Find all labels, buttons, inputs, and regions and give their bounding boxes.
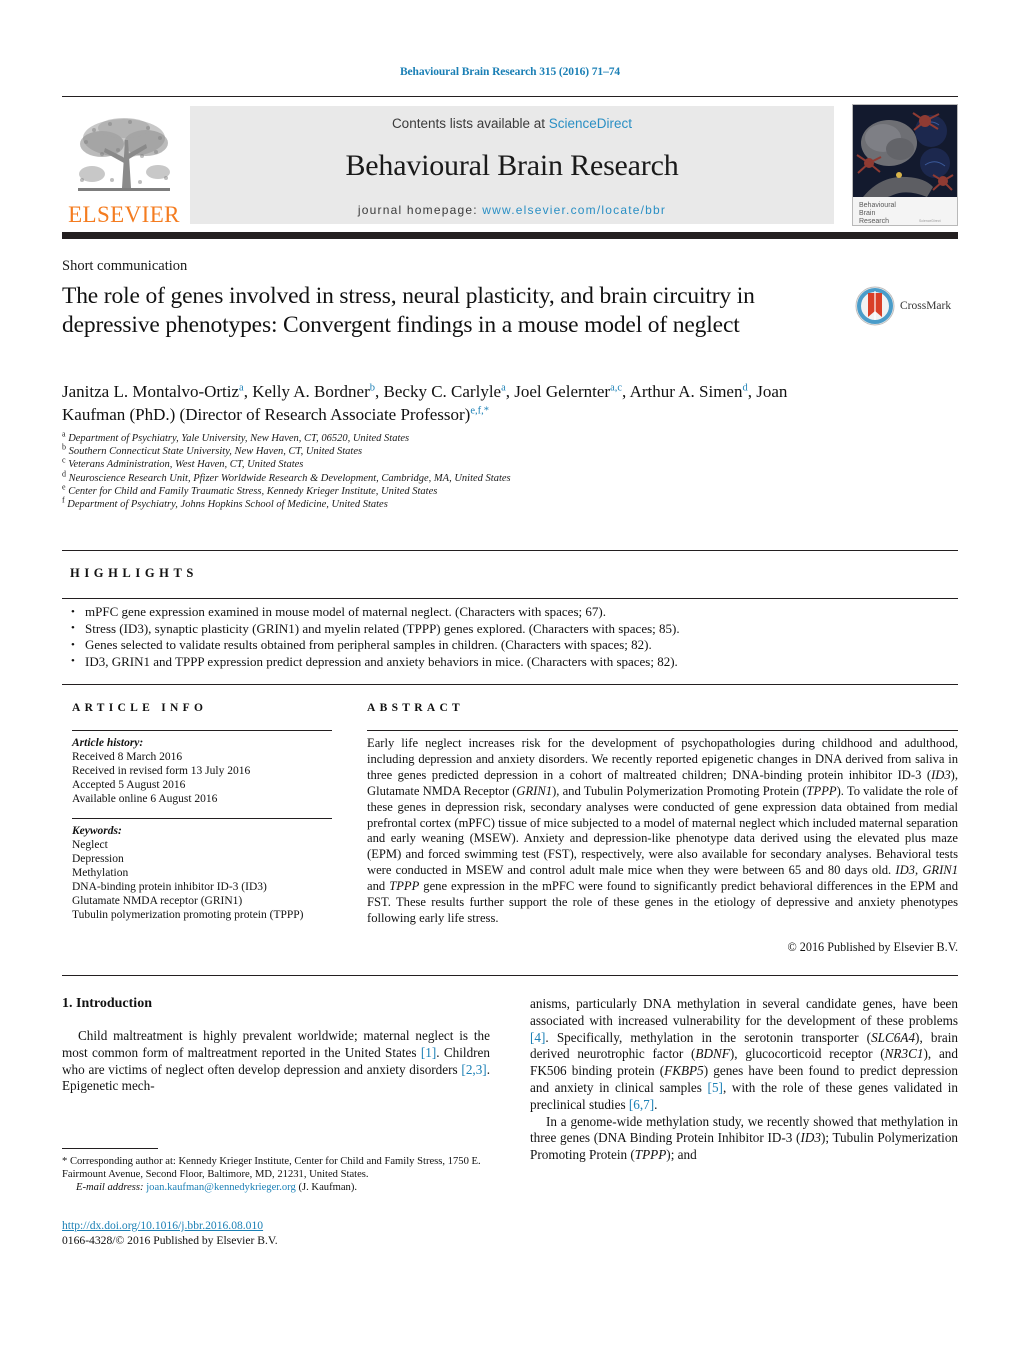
cover-art-image: Behavioural Brain Research ScienceDirect (853, 105, 957, 225)
affiliation-item: d Neuroscience Research Unit, Pfizer Wor… (62, 469, 862, 485)
list-item: mPFC gene expression examined in mouse m… (70, 604, 960, 621)
journal-cover-thumbnail: Behavioural Brain Research ScienceDirect (852, 104, 958, 226)
info-left-rule (72, 730, 332, 732)
journal-title-band: Contents lists available at ScienceDirec… (190, 106, 834, 224)
affiliation-text: Veterans Administration, West Haven, CT,… (68, 459, 304, 471)
keyword-item: Neglect (72, 839, 108, 851)
affiliation-mark: b (62, 442, 66, 452)
list-item: ID3, GRIN1 and TPPP expression predict d… (70, 653, 960, 671)
affiliation-mark: c (62, 455, 66, 465)
masthead-top-rule (62, 96, 958, 97)
body-column-left: 1. Introduction Child maltreatment is hi… (62, 996, 490, 1095)
masthead-bottom-bar (62, 232, 958, 239)
svg-text:Behavioural: Behavioural (859, 202, 896, 209)
affiliation-text: Department of Psychiatry, Johns Hopkins … (67, 499, 388, 511)
highlights-list: mPFC gene expression examined in mouse m… (70, 604, 960, 670)
keyword-item: DNA-binding protein inhibitor ID-3 (ID3) (72, 881, 267, 893)
keywords-label: Keywords: (72, 825, 122, 837)
doi-block: http://dx.doi.org/10.1016/j.bbr.2016.08.… (62, 1219, 494, 1248)
keyword-item: Depression (72, 853, 124, 865)
corresponding-author-text: * Corresponding author at: Kennedy Krieg… (62, 1156, 481, 1180)
abstract-text: Early life neglect increases risk for th… (367, 736, 959, 925)
running-head: Behavioural Brain Research 315 (2016) 71… (399, 66, 621, 78)
body-column-right: anisms, particularly DNA methylation in … (530, 996, 958, 1164)
article-type-label: Short communication (62, 258, 188, 274)
abstract-copyright: © 2016 Published by Elsevier B.V. (787, 940, 958, 954)
journal-name: Behavioural Brain Research (345, 148, 679, 182)
history-item: Accepted 5 August 2016 (72, 779, 186, 791)
history-item: Received in revised form 13 July 2016 (72, 765, 251, 777)
affiliation-mark: a (62, 429, 66, 439)
affiliation-item: f Department of Psychiatry, Johns Hopkin… (62, 495, 862, 511)
list-item: Stress (ID3), synaptic plasticity (GRIN1… (70, 620, 960, 638)
highlights-top-rule (62, 550, 958, 552)
article-history-label: Article history: (72, 737, 144, 749)
affiliation-mark: f (62, 495, 65, 505)
homepage-prefix: journal homepage: (357, 202, 478, 217)
keywords-rule (72, 818, 332, 820)
article-info-heading: ARTICLE INFO (72, 702, 208, 714)
abstract-heading: ABSTRACT (367, 702, 465, 714)
history-item: Available online 6 August 2016 (72, 793, 218, 805)
issn-copyright-line: 0166-4328/© 2016 Published by Elsevier B… (62, 1233, 278, 1247)
affiliation-text: Center for Child and Family Traumatic St… (68, 485, 438, 497)
crossmark-label: CrossMark (900, 300, 952, 312)
page-title: The role of genes involved in stress, ne… (62, 283, 755, 338)
email-line: E-mail address: joan.kaufman@kennedykrie… (62, 1181, 494, 1194)
journal-homepage-line: journal homepage: www.elsevier.com/locat… (358, 203, 666, 217)
history-item: Received 8 March 2016 (72, 751, 183, 763)
highlights-heading: HIGHLIGHTS (70, 566, 198, 580)
affiliation-item: b Southern Connecticut State University,… (62, 442, 862, 458)
author-list: Janitza L. Montalvo-Ortiza, Kelly A. Bor… (62, 382, 788, 424)
sciencedirect-link[interactable]: ScienceDirect (549, 116, 632, 131)
homepage-url-link[interactable]: www.elsevier.com/locate/bbr (482, 203, 666, 217)
footnote-rule (62, 1148, 158, 1149)
crossmark-icon (855, 286, 895, 326)
affiliation-mark: d (62, 469, 66, 479)
keyword-item: Glutamate NMDA receptor (GRIN1) (72, 895, 243, 907)
elsevier-wordmark: ELSEVIER (68, 202, 180, 227)
elsevier-logo: ELSEVIER (62, 104, 186, 226)
affiliation-text: Department of Psychiatry, Yale Universit… (68, 433, 410, 444)
info-right-rule (367, 730, 958, 732)
svg-text:Brain: Brain (859, 210, 875, 217)
body-paragraph: Child maltreatment is highly prevalent w… (62, 1028, 490, 1094)
corresponding-author-footnote: * Corresponding author at: Kennedy Krieg… (62, 1155, 494, 1194)
journal-article-page: Behavioural Brain Research 315 (2016) 71… (0, 0, 1020, 1351)
affiliation-item: e Center for Child and Family Traumatic … (62, 482, 862, 498)
affiliation-text: Neuroscience Research Unit, Pfizer World… (68, 472, 511, 484)
svg-text:ScienceDirect: ScienceDirect (919, 219, 941, 223)
journal-masthead: ELSEVIER Contents lists available at Sci… (62, 104, 958, 226)
keywords-block: Keywords: Neglect Depression Methylation… (72, 824, 342, 922)
email-attribution: (J. Kaufman). (298, 1182, 358, 1193)
affiliation-text: Southern Connecticut State University, N… (68, 446, 363, 458)
svg-text:Research: Research (859, 218, 889, 225)
contents-available-line: Contents lists available at ScienceDirec… (392, 116, 632, 131)
article-history: Article history: Received 8 March 2016 R… (72, 736, 342, 806)
affiliation-list: a Department of Psychiatry, Yale Univers… (62, 429, 862, 511)
contents-prefix: Contents lists available at (391, 115, 549, 131)
info-top-rule (62, 684, 958, 686)
body-paragraph: anisms, particularly DNA methylation in … (530, 996, 958, 1112)
elsevier-tree-icon (78, 118, 170, 191)
list-item: Genes selected to validate results obtai… (70, 637, 960, 654)
doi-link[interactable]: http://dx.doi.org/10.1016/j.bbr.2016.08.… (62, 1219, 494, 1234)
section-heading-introduction: 1. Introduction (62, 996, 152, 1011)
email-label: E-mail address: (76, 1182, 144, 1193)
affiliation-item: c Veterans Administration, West Haven, C… (62, 455, 862, 471)
body-paragraph: In a genome-wide methylation study, we r… (530, 1113, 959, 1163)
keyword-item: Methylation (72, 867, 129, 879)
affiliation-item: a Department of Psychiatry, Yale Univers… (62, 429, 862, 445)
highlights-bottom-rule (62, 598, 958, 599)
body-top-rule (62, 975, 958, 977)
keyword-item: Tubulin polymerization promoting protein… (72, 909, 304, 921)
email-link[interactable]: joan.kaufman@kennedykrieger.org (146, 1182, 296, 1193)
affiliation-mark: e (62, 482, 66, 492)
crossmark-badge[interactable]: CrossMark (855, 283, 960, 329)
